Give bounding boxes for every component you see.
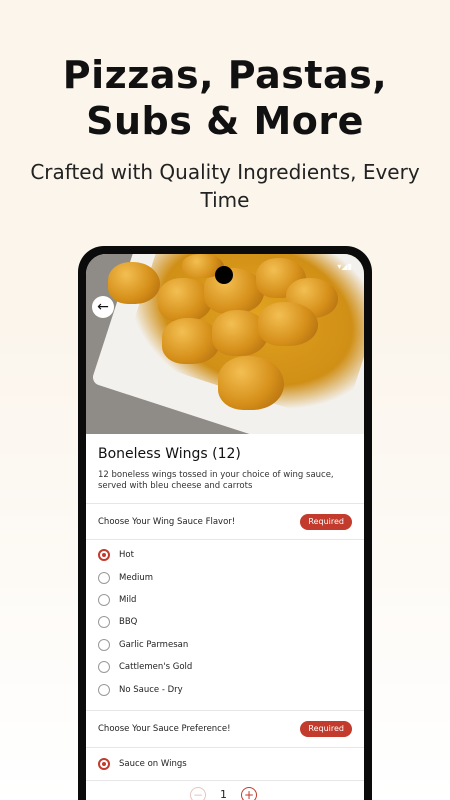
option-label: Sauce on Wings — [119, 759, 187, 769]
option-bbq[interactable]: BBQ — [98, 616, 298, 630]
radio-selected[interactable] — [98, 549, 110, 561]
back-button[interactable]: ← — [92, 296, 114, 318]
item-photo: ▾◢▮ ← — [86, 254, 364, 434]
radio-button[interactable] — [98, 594, 110, 606]
required-badge: Required — [300, 721, 352, 737]
radio-button[interactable] — [98, 684, 110, 696]
radio-button[interactable] — [98, 572, 110, 584]
status-icons: ▾◢▮ — [337, 262, 352, 271]
phone-frame: ▾◢▮ ← Boneless Wings (12) 12 boneless wi… — [78, 246, 372, 800]
option-label: No Sauce - Dry — [119, 685, 183, 695]
wing-shape — [218, 356, 284, 410]
promo-title-line1: Pizzas, Pastas, — [62, 53, 388, 97]
wing-shape — [258, 302, 318, 346]
radio-button[interactable] — [98, 616, 110, 628]
increment-button[interactable]: + — [241, 787, 257, 800]
option-label: Medium — [119, 573, 153, 583]
item-description: 12 boneless wings tossed in your choice … — [98, 470, 334, 491]
option-cattlemens-gold[interactable]: Cattlemen's Gold — [98, 661, 298, 675]
quantity-value: 1 — [220, 788, 227, 800]
camera-cutout — [215, 266, 233, 284]
group-header-wing-sauce: Choose Your Wing Sauce Flavor! Required — [98, 512, 352, 532]
divider — [86, 503, 364, 504]
promo-title: Pizzas, Pastas, Subs & More — [0, 52, 450, 144]
option-hot[interactable]: Hot — [98, 549, 298, 563]
divider — [86, 539, 364, 540]
divider — [86, 747, 364, 748]
radio-button[interactable] — [98, 639, 110, 651]
option-no-sauce[interactable]: No Sauce - Dry — [98, 684, 298, 698]
promo-title-line2: Subs & More — [86, 99, 364, 143]
option-label: Garlic Parmesan — [119, 640, 189, 650]
divider — [86, 780, 364, 781]
radio-button[interactable] — [98, 661, 110, 673]
group-label: Choose Your Sauce Preference! — [98, 724, 231, 734]
option-medium[interactable]: Medium — [98, 572, 298, 586]
quantity-stepper: − 1 + — [86, 787, 364, 800]
arrow-left-icon: ← — [97, 299, 109, 315]
option-label: Mild — [119, 595, 137, 605]
option-mild[interactable]: Mild — [98, 594, 298, 608]
option-label: Hot — [119, 550, 134, 560]
decrement-button[interactable]: − — [190, 787, 206, 800]
option-sauce-on-wings[interactable]: Sauce on Wings — [98, 758, 298, 772]
option-label: BBQ — [119, 617, 138, 627]
required-badge: Required — [300, 514, 352, 530]
item-title: Boneless Wings (12) — [98, 446, 241, 462]
option-garlic-parmesan[interactable]: Garlic Parmesan — [98, 639, 298, 653]
promo-subtitle: Crafted with Quality Ingredients, Every … — [30, 160, 420, 212]
divider — [86, 710, 364, 711]
app-screen: ▾◢▮ ← Boneless Wings (12) 12 boneless wi… — [86, 254, 364, 800]
radio-selected[interactable] — [98, 758, 110, 770]
group-label: Choose Your Wing Sauce Flavor! — [98, 517, 236, 527]
group-header-sauce-preference: Choose Your Sauce Preference! Required — [98, 719, 352, 739]
option-label: Cattlemen's Gold — [119, 662, 193, 672]
